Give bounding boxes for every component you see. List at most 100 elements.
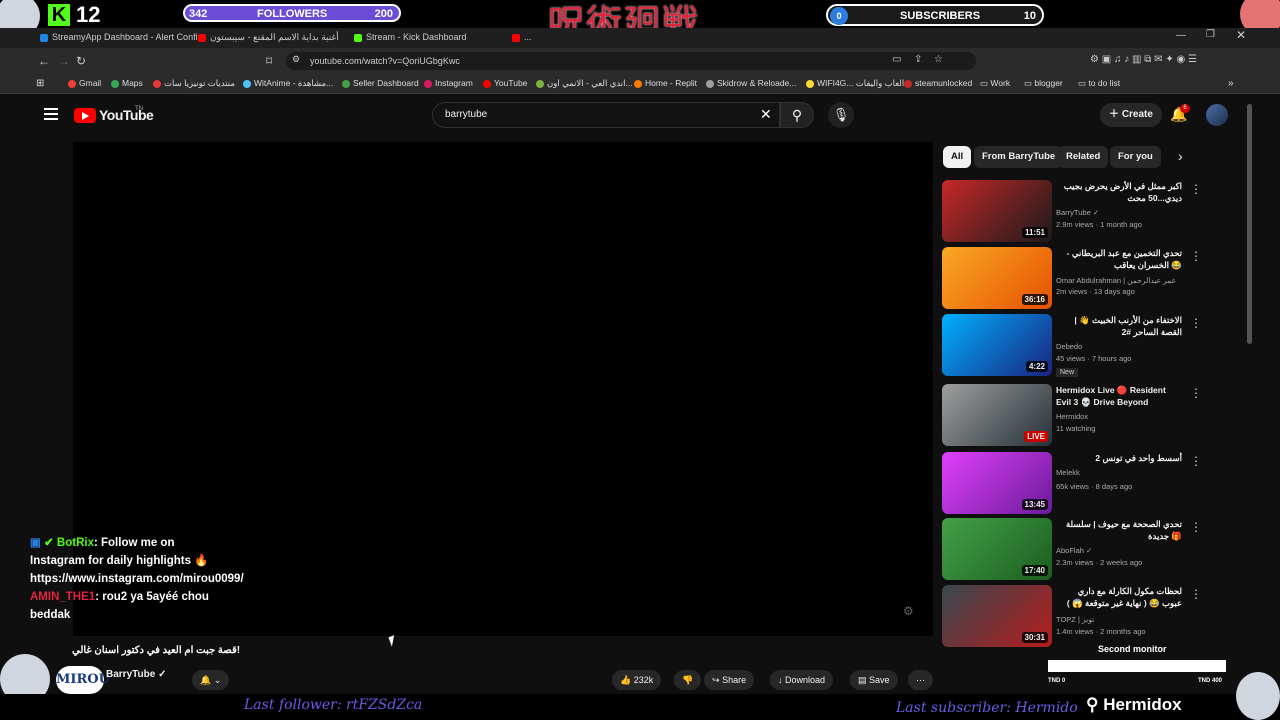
browser-tab[interactable]: أغنية بداية الاسم المقنع - سيبستون	[198, 30, 339, 46]
chip-related[interactable]: Related	[1058, 146, 1109, 168]
channel-name[interactable]: Omar Abdulrahman | عمر عبدالرحمن	[1056, 276, 1176, 285]
channel-name[interactable]: Hermidox	[1056, 412, 1088, 421]
video-meta: 2m views · 13 days ago	[1056, 287, 1135, 296]
chip-from-barrytube[interactable]: From BarryTube	[974, 146, 1064, 168]
create-button[interactable]: ＋ Create	[1100, 103, 1162, 127]
bookmark-page-icon[interactable]: ⌑	[266, 54, 272, 68]
search-button[interactable]: ⚲	[780, 102, 814, 128]
more-options-icon[interactable]: ⋮	[1190, 316, 1202, 330]
chip-for-you[interactable]: For you	[1110, 146, 1161, 168]
chip-all[interactable]: All	[943, 146, 972, 168]
recommendation-item[interactable]: 30:31 لحظات مكول الكارلة مع داري عبوب 😂 …	[942, 585, 1242, 649]
bookmark-item[interactable]: Gmail	[68, 78, 101, 88]
star-icon[interactable]: ☆	[934, 54, 943, 65]
dislike-button[interactable]: 👎	[674, 670, 702, 690]
video-thumbnail[interactable]: 13:45	[942, 452, 1052, 514]
video-title[interactable]: تحدي الصححة مع حيوف | سلسلة جديدة 🎁	[1056, 518, 1182, 542]
bookmark-item[interactable]: Skidrow & Reloade...	[706, 78, 796, 88]
video-title[interactable]: أسسط واحد في تونس 2	[1056, 452, 1182, 464]
recommendation-item[interactable]: 4:22 الاختفاء من الأرنب الخبيث 👋 | القصة…	[942, 314, 1242, 378]
more-options-icon[interactable]: ⋮	[1190, 520, 1202, 534]
bookmark-item[interactable]: Instagram	[424, 78, 473, 88]
back-icon[interactable]: ←	[38, 54, 50, 68]
voice-search-button[interactable]: 🎙	[828, 102, 854, 128]
apps-grid-icon[interactable]: ⊞	[36, 78, 44, 89]
search-input[interactable]: barrytube	[432, 102, 780, 128]
subscribe-bell-button[interactable]: 🔔 ⌄	[192, 670, 230, 690]
clear-search-icon[interactable]: ✕	[760, 106, 772, 123]
overlay-avatar-bottom-right	[1236, 672, 1280, 720]
browser-tab-active[interactable]: ...	[512, 30, 532, 46]
video-title[interactable]: اكبر ممثل في الأرض يحرض بجيب ديدي...50 م…	[1056, 180, 1182, 204]
scrollbar[interactable]	[1247, 104, 1252, 344]
download-button[interactable]: ↓ Download	[770, 670, 834, 690]
browser-tab[interactable]: StreamyApp Dashboard - Alert Confi	[40, 30, 198, 46]
chevron-right-icon[interactable]: ›	[1178, 148, 1183, 164]
channel-name[interactable]: AboFlah ✓	[1056, 546, 1092, 555]
extensions-icon[interactable]: ⚙ ▣ ♫ ♪ ▥ ⧉ ✉ ✦ ◉ ☰	[1090, 54, 1197, 65]
site-info-icon[interactable]: ⚙	[292, 54, 300, 65]
video-thumbnail[interactable]: 11:51	[942, 180, 1052, 242]
like-button[interactable]: 👍 232k	[612, 670, 662, 690]
channel-name[interactable]: TOPZ | توبز	[1056, 615, 1094, 624]
video-title[interactable]: تحدي التخمين مع عبد البريطاني - الخسران …	[1056, 247, 1182, 271]
bookmark-item[interactable]: Home - Replit	[634, 78, 697, 88]
recommendation-item[interactable]: LIVE Hermidox Live 🔴 Resident Evil 3 💀 D…	[942, 384, 1242, 448]
youtube-logo-icon[interactable]	[74, 108, 96, 123]
share-button[interactable]: ↪ Share	[704, 670, 755, 690]
channel-name-main[interactable]: BarryTube ✓	[106, 669, 166, 680]
video-title[interactable]: Hermidox Live 🔴 Resident Evil 3 💀 Drive …	[1056, 384, 1182, 410]
bookmark-folder[interactable]: ▭ Work	[980, 78, 1010, 89]
channel-name[interactable]: Debedo	[1056, 342, 1082, 351]
verified-icon: ✓	[158, 669, 167, 680]
forward-icon[interactable]: →	[58, 54, 70, 68]
bookmark-folder[interactable]: ▭ blogger	[1024, 78, 1063, 89]
recommendation-item[interactable]: 17:40 تحدي الصححة مع حيوف | سلسلة جديدة …	[942, 518, 1242, 582]
recommendation-item[interactable]: 13:45 أسسط واحد في تونس 2 Melekk 65k vie…	[942, 452, 1242, 516]
minimize-icon[interactable]: —	[1176, 30, 1186, 41]
player-settings-icon[interactable]: ⚙	[903, 604, 914, 618]
bookmark-item[interactable]: Maps	[111, 78, 143, 88]
youtube-logo-text[interactable]: YouTube	[99, 107, 154, 123]
bookmark-favicon-icon	[111, 79, 119, 88]
close-window-icon[interactable]: ✕	[1236, 28, 1246, 42]
bookmark-folder[interactable]: ▭ to do list	[1078, 78, 1120, 89]
share-page-icon[interactable]: ⇪	[914, 54, 922, 65]
cast-icon[interactable]: ▭	[892, 54, 901, 65]
channel-name[interactable]: Melekk	[1056, 468, 1080, 477]
bookmark-item[interactable]: اندي العي - الانمي اون...	[536, 78, 633, 89]
video-thumbnail[interactable]: LIVE	[942, 384, 1052, 446]
video-title[interactable]: لحظات مكول الكارلة مع داري عبوب 😂 ( نهاي…	[1056, 585, 1182, 609]
address-bar[interactable]: youtube.com/watch?v=QoriUGbgKwc	[286, 52, 976, 70]
video-thumbnail[interactable]: 30:31	[942, 585, 1052, 647]
bookmark-item[interactable]: WIFI4G... العاب واليفات	[806, 78, 904, 89]
bookmark-item[interactable]: steamunlocked	[904, 78, 972, 88]
channel-logo[interactable]: MIROU	[56, 666, 110, 694]
video-thumbnail[interactable]: 36:16	[942, 247, 1052, 309]
recommendation-item[interactable]: 36:16 تحدي التخمين مع عبد البريطاني - ال…	[942, 247, 1242, 311]
account-avatar[interactable]	[1206, 104, 1228, 126]
more-options-icon[interactable]: ⋮	[1190, 249, 1202, 263]
bookmark-item[interactable]: YouTube	[483, 78, 527, 88]
restore-icon[interactable]: ❐	[1206, 29, 1215, 40]
bookmark-item[interactable]: Seller Dashboard	[342, 78, 419, 88]
video-thumbnail[interactable]: 17:40	[942, 518, 1052, 580]
more-options-icon[interactable]: ⋮	[1190, 182, 1202, 196]
video-duration: 4:22	[1025, 361, 1048, 372]
bookmark-item[interactable]: منتديات تونيزيا سات	[153, 78, 235, 89]
reload-icon[interactable]: ↻	[76, 54, 86, 68]
more-options-icon[interactable]: ⋮	[1190, 454, 1202, 468]
more-bookmarks-icon[interactable]: »	[1228, 78, 1234, 89]
recommendation-item[interactable]: 11:51 اكبر ممثل في الأرض يحرض بجيب ديدي.…	[942, 180, 1242, 244]
bookmark-favicon-icon	[536, 79, 544, 88]
channel-name[interactable]: BarryTube ✓	[1056, 208, 1099, 217]
more-options-icon[interactable]: ⋮	[1190, 386, 1202, 400]
video-title[interactable]: الاختفاء من الأرنب الخبيث 👋 | القصة السا…	[1056, 314, 1182, 338]
menu-icon[interactable]	[44, 108, 58, 120]
browser-tab[interactable]: Stream - Kick Dashboard	[354, 30, 467, 46]
video-thumbnail[interactable]: 4:22	[942, 314, 1052, 376]
bookmark-item[interactable]: WitAnime - مشاهدة...	[243, 78, 333, 89]
more-options-icon[interactable]: ⋮	[1190, 587, 1202, 601]
save-button[interactable]: ▤ Save	[850, 670, 898, 690]
more-actions-button[interactable]: ⋯	[908, 670, 933, 690]
